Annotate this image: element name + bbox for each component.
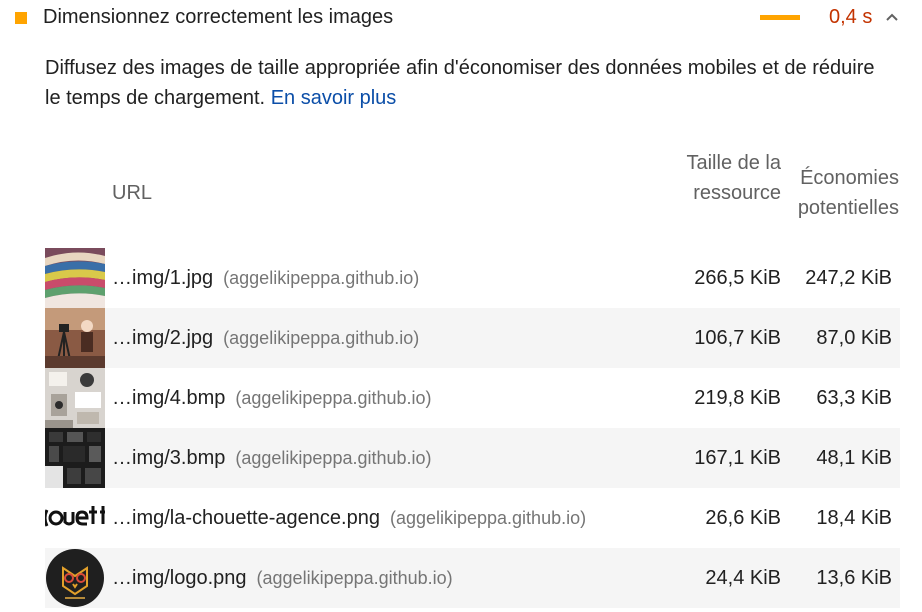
wordmark-logo-thumbnail	[45, 488, 105, 548]
metric-bar	[760, 15, 800, 20]
potential-savings: 87,0 KiB	[816, 327, 892, 349]
url-host: (aggelikipeppa.github.io)	[223, 328, 420, 348]
potential-savings: 48,1 KiB	[816, 447, 892, 469]
url-host: (aggelikipeppa.github.io)	[389, 508, 587, 528]
audit-title: Dimensionnez correctement les images	[43, 6, 394, 28]
resource-size: 266,5 KiB	[694, 267, 781, 289]
url-path: …img/la-chouette-agence.png	[112, 507, 380, 529]
audit-description: Diffusez des images de taille appropriée…	[45, 53, 895, 113]
owl-logo-thumbnail	[45, 548, 105, 608]
dark-devices-thumbnail	[45, 428, 105, 488]
resource-url[interactable]: …img/3.bmp (aggelikipeppa.github.io)	[112, 443, 432, 473]
resource-url[interactable]: …img/4.bmp (aggelikipeppa.github.io)	[112, 383, 432, 413]
url-host: (aggelikipeppa.github.io)	[256, 568, 453, 588]
table-row: …img/3.bmp (aggelikipeppa.github.io) 167,…	[45, 428, 900, 488]
table-row: …img/4.bmp (aggelikipeppa.github.io) 219,…	[45, 368, 900, 428]
resource-size: 167,1 KiB	[694, 447, 781, 469]
url-path: …img/2.jpg	[112, 327, 214, 349]
url-path: …img/1.jpg	[112, 267, 214, 289]
table-row: …img/2.jpg (aggelikipeppa.github.io) 106,…	[45, 308, 900, 368]
column-header-url: URL	[112, 182, 153, 204]
potential-savings: 18,4 KiB	[816, 507, 892, 529]
potential-savings: 63,3 KiB	[816, 387, 892, 409]
resource-url[interactable]: …img/la-chouette-agence.png (aggelikipepp…	[112, 503, 586, 533]
resource-url[interactable]: …img/1.jpg (aggelikipeppa.github.io)	[112, 263, 419, 293]
resource-url[interactable]: …img/logo.png (aggelikipeppa.github.io)	[112, 563, 453, 593]
square-icon	[15, 12, 27, 24]
description-text: Diffusez des images de taille appropriée…	[45, 57, 875, 109]
audit-savings: 0,4 s	[829, 6, 873, 28]
resource-url[interactable]: …img/2.jpg (aggelikipeppa.github.io)	[112, 323, 419, 353]
audit-header[interactable]: Dimensionnez correctement les images 0,4…	[0, 0, 922, 36]
table-row: …img/la-chouette-agence.png (aggelikipepp…	[45, 488, 900, 548]
url-path: …img/3.bmp	[112, 447, 226, 469]
potential-savings: 13,6 KiB	[816, 567, 892, 589]
colorful-scarves-thumbnail	[45, 248, 105, 308]
column-header-size: Taille de la ressource	[686, 152, 781, 204]
url-host: (aggelikipeppa.github.io)	[235, 388, 432, 408]
resource-size: 24,4 KiB	[705, 567, 781, 589]
resource-size: 26,6 KiB	[705, 507, 781, 529]
chevron-up-icon[interactable]	[884, 9, 900, 25]
url-host: (aggelikipeppa.github.io)	[235, 448, 432, 468]
url-host: (aggelikipeppa.github.io)	[223, 268, 420, 288]
url-path: …img/4.bmp	[112, 387, 226, 409]
table-row: …img/1.jpg (aggelikipeppa.github.io) 266,…	[45, 248, 900, 308]
column-header-savings: Économies potentielles	[797, 167, 899, 219]
table-row: …img/logo.png (aggelikipeppa.github.io) 2…	[45, 548, 900, 608]
resource-size: 219,8 KiB	[694, 387, 781, 409]
learn-more-link[interactable]: En savoir plus	[271, 87, 397, 109]
camera-tripod-thumbnail	[45, 308, 105, 368]
desk-flatlay-thumbnail	[45, 368, 105, 428]
potential-savings: 247,2 KiB	[805, 267, 892, 289]
url-path: …img/logo.png	[112, 567, 247, 589]
resource-size: 106,7 KiB	[694, 327, 781, 349]
audit-panel: Dimensionnez correctement les images 0,4…	[0, 0, 922, 612]
